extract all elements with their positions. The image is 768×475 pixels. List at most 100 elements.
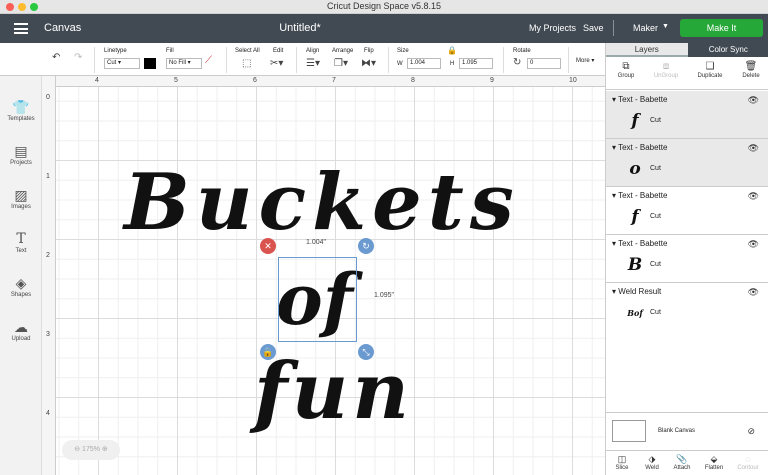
contour-button[interactable]: ◌ Contour: [734, 453, 762, 471]
design-canvas[interactable]: 4 5 6 7 8 9 10 0 1 2 3 4 Buckets of fun …: [42, 76, 605, 475]
fill-select[interactable]: No Fill ▾: [166, 58, 202, 69]
redo-icon[interactable]: ↷: [74, 52, 82, 63]
blank-canvas-row[interactable]: Blank Canvas ⊘: [606, 412, 768, 450]
text-buckets[interactable]: Buckets: [124, 158, 520, 248]
save-button[interactable]: Save: [583, 23, 604, 33]
attach-button[interactable]: 📎 Attach: [668, 453, 696, 471]
machine-select[interactable]: Maker: [633, 23, 658, 33]
paperclip-icon: 📎: [676, 454, 688, 464]
select-all-icon[interactable]: ⬚: [242, 58, 251, 69]
no-fill-icon[interactable]: ⟋: [205, 55, 212, 66]
delete-button[interactable]: 🗑 Delete: [733, 60, 768, 79]
my-projects-link[interactable]: My Projects: [529, 23, 576, 33]
chevron-down-icon[interactable]: ▼: [662, 23, 669, 30]
rotate-value: 0: [530, 60, 534, 66]
lock-handle-icon[interactable]: 🔒: [260, 344, 276, 360]
blank-canvas-label: Blank Canvas: [658, 428, 696, 434]
layer-operation: Cut: [650, 261, 661, 268]
eye-icon[interactable]: 👁: [748, 191, 759, 202]
height-input[interactable]: 1.095: [459, 58, 493, 69]
text-fun[interactable]: fun: [254, 344, 413, 440]
linetype-select[interactable]: Cut ▾: [104, 58, 140, 69]
panel-tabs: Layers Color Sync: [606, 43, 768, 57]
rotate-handle-icon[interactable]: ↻: [358, 238, 374, 254]
zoom-control[interactable]: ⊖ 175% ⊕: [62, 440, 120, 460]
fill-label: Fill: [166, 48, 174, 54]
nav-upload[interactable]: ☁ Upload: [0, 319, 42, 342]
shapes-icon: ◈: [15, 275, 27, 291]
left-ruler: 0 1 2 3 4: [42, 76, 56, 475]
layer-name-text: Text - Babette: [618, 143, 668, 152]
tool-label: UnGroup: [653, 73, 679, 79]
zoom-level: 175%: [82, 446, 100, 453]
group-icon: ⧉: [622, 61, 630, 72]
eye-icon[interactable]: 👁: [748, 143, 759, 154]
linetype-label: Linetype: [104, 48, 127, 54]
eye-slash-icon[interactable]: ⊘: [747, 426, 755, 437]
make-it-button[interactable]: Make It: [680, 19, 763, 37]
ruler-tick: 1: [46, 173, 50, 180]
layer-name: ▾ Weld Result: [612, 287, 662, 296]
linetype-color-swatch[interactable]: [144, 58, 156, 69]
align-icon[interactable]: ☰▾: [306, 58, 320, 69]
flip-icon[interactable]: ⧓▾: [361, 58, 376, 69]
layer-thumbnail: o: [629, 159, 641, 179]
ungroup-button[interactable]: ⧈ UnGroup: [648, 60, 684, 79]
nav-templates[interactable]: 👕 Templates: [0, 99, 42, 122]
left-sidebar: ⊕New 👕Templates ▤Projects ▨Images TText …: [0, 43, 42, 475]
flatten-button[interactable]: ⬙ Flatten: [700, 453, 728, 471]
layer-thumbnail: Bof: [627, 308, 643, 318]
scissors-icon[interactable]: ✂▾: [270, 58, 283, 69]
eye-icon[interactable]: 👁: [748, 287, 759, 298]
app-header: Canvas Untitled* My Projects Save Maker …: [0, 14, 768, 43]
arrange-icon[interactable]: ❐▾: [334, 58, 348, 69]
nav-shapes[interactable]: ◈ Shapes: [0, 275, 42, 298]
image-icon: ▨: [14, 187, 28, 203]
nav-label: Projects: [10, 160, 32, 166]
eye-icon[interactable]: 👁: [748, 239, 759, 250]
contour-icon: ◌: [745, 454, 751, 464]
weld-button[interactable]: ⬗ Weld: [638, 453, 666, 471]
canvas-color-swatch[interactable]: [612, 420, 646, 442]
menu-icon[interactable]: [14, 23, 28, 34]
width-input[interactable]: 1.004: [407, 58, 441, 69]
layer-operation: Cut: [650, 117, 661, 124]
tab-layers[interactable]: Layers: [606, 43, 688, 57]
flatten-icon: ⬙: [710, 454, 718, 464]
nav-label: Text: [15, 248, 27, 254]
ruler-tick: 0: [46, 94, 50, 101]
lock-icon[interactable]: 🔒: [447, 46, 457, 55]
nav-label: Images: [11, 204, 31, 210]
layer-row[interactable]: ▾ Text - Babette 👁 o Cut: [606, 139, 768, 187]
tool-label: Group: [617, 73, 635, 79]
nav-projects[interactable]: ▤ Projects: [0, 143, 42, 166]
group-button[interactable]: ⧉ Group: [608, 60, 644, 79]
ruler-tick: 6: [253, 77, 257, 84]
header-divider: [613, 20, 614, 36]
ruler-tick: 4: [46, 410, 50, 417]
window-titlebar: Cricut Design Space v5.8.15: [0, 0, 768, 14]
layer-operation: Cut: [650, 309, 661, 316]
more-button[interactable]: More ▾: [576, 57, 594, 64]
layer-row[interactable]: ▾ Text - Babette 👁 f Cut: [606, 91, 768, 139]
duplicate-button[interactable]: ❏ Duplicate: [692, 60, 728, 79]
layer-row[interactable]: ▾ Text - Babette 👁 B Cut: [606, 235, 768, 283]
resize-handle-icon[interactable]: ⤡: [358, 344, 374, 360]
slice-button[interactable]: ◫ Slice: [608, 453, 636, 471]
nav-images[interactable]: ▨ Images: [0, 187, 42, 210]
layer-row[interactable]: ▾ Weld Result 👁 Bof Cut: [606, 283, 768, 331]
layers-panel: Layers Color Sync ⧉ Group ⧈ UnGroup ❏ Dupli…: [605, 43, 768, 475]
ruler-tick: 10: [569, 77, 577, 84]
size-label: Size: [397, 48, 409, 54]
delete-handle-icon[interactable]: ✕: [260, 238, 276, 254]
undo-icon[interactable]: ↶: [52, 52, 60, 63]
eye-icon[interactable]: 👁: [748, 95, 759, 106]
layer-row[interactable]: ▾ Text - Babette 👁 f Cut: [606, 187, 768, 235]
selection-box[interactable]: [278, 257, 357, 342]
trash-icon: 🗑: [744, 61, 758, 72]
rotate-input[interactable]: 0: [527, 58, 561, 69]
arrange-label: Arrange: [332, 48, 354, 54]
ruler-tick: 3: [46, 331, 50, 338]
tab-color-sync[interactable]: Color Sync: [687, 43, 768, 57]
nav-text[interactable]: T Text: [0, 231, 42, 254]
